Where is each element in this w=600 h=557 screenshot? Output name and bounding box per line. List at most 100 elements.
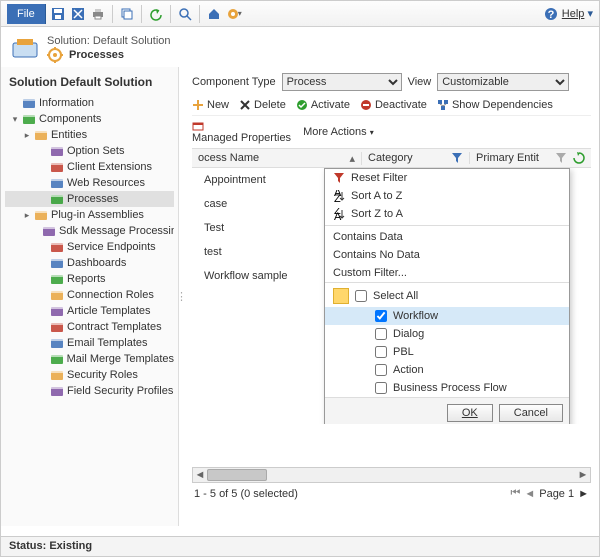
solution-icon bbox=[11, 35, 39, 63]
sidebar-item-reports[interactable]: Reports bbox=[5, 271, 174, 287]
delete-button[interactable]: Delete bbox=[239, 99, 286, 111]
reset-filter-item[interactable]: Reset Filter bbox=[325, 169, 569, 187]
contains-data-item[interactable]: Contains Data bbox=[325, 225, 569, 246]
sidebar-item-security-roles[interactable]: Security Roles bbox=[5, 367, 174, 383]
tree-node-icon bbox=[50, 336, 64, 350]
filter-option-dialog[interactable]: Dialog bbox=[325, 325, 569, 343]
sidebar-item-service-endpoints[interactable]: Service Endpoints bbox=[5, 239, 174, 255]
tree-node-icon bbox=[50, 384, 64, 398]
sidebar-item-label: Connection Roles bbox=[67, 289, 154, 301]
select-all-checkbox[interactable] bbox=[355, 290, 367, 302]
managed-properties-button[interactable]: Managed Properties bbox=[192, 120, 291, 144]
sidebar-item-plug-in-assemblies[interactable]: ▸Plug-in Assemblies bbox=[5, 207, 174, 223]
column-primary-entity[interactable]: Primary Entit bbox=[470, 152, 573, 164]
find-icon[interactable] bbox=[177, 6, 193, 22]
more-actions-button[interactable]: More Actions ▾ bbox=[303, 126, 374, 138]
filter-option-label: Workflow bbox=[393, 310, 438, 322]
filter-icon[interactable] bbox=[555, 152, 567, 164]
tree-expand-icon[interactable]: ▾ bbox=[11, 114, 19, 125]
sidebar-item-information[interactable]: Information bbox=[5, 95, 174, 111]
page-first-icon[interactable]: ⏮ bbox=[510, 487, 520, 500]
sort-za-item[interactable]: ZASort Z to A bbox=[325, 205, 569, 223]
sidebar-item-dashboards[interactable]: Dashboards bbox=[5, 255, 174, 271]
filter-option-action[interactable]: Action bbox=[325, 361, 569, 379]
sidebar-item-field-security-profiles[interactable]: Field Security Profiles bbox=[5, 383, 174, 399]
filter-option-business-process-flow[interactable]: Business Process Flow bbox=[325, 379, 569, 397]
view-filter-bar: Component Type Process View Customizable bbox=[192, 73, 591, 91]
sidebar-item-web-resources[interactable]: Web Resources bbox=[5, 175, 174, 191]
paging-summary: 1 - 5 of 5 (0 selected) bbox=[194, 488, 298, 500]
sidebar-item-sdk-message-processing-s-[interactable]: Sdk Message Processing S… bbox=[5, 223, 174, 239]
column-category[interactable]: Category bbox=[362, 152, 470, 164]
custom-filter-item[interactable]: Custom Filter... bbox=[325, 264, 569, 282]
filter-option-pbl[interactable]: PBL bbox=[325, 343, 569, 361]
sidebar-item-mail-merge-templates[interactable]: Mail Merge Templates bbox=[5, 351, 174, 367]
horizontal-scrollbar[interactable]: ◄ ► bbox=[192, 467, 591, 483]
file-menu[interactable]: File bbox=[7, 4, 46, 24]
copy-icon[interactable] bbox=[119, 6, 135, 22]
view-select[interactable]: Customizable bbox=[437, 73, 569, 91]
filter-option-checkbox[interactable] bbox=[375, 364, 387, 376]
sidebar-item-email-templates[interactable]: Email Templates bbox=[5, 335, 174, 351]
sidebar-header: Solution Default Solution bbox=[1, 71, 178, 93]
help-link[interactable]: Help ▾ bbox=[562, 7, 593, 20]
sidebar-item-client-extensions[interactable]: Client Extensions bbox=[5, 159, 174, 175]
sidebar-item-entities[interactable]: ▸Entities bbox=[5, 127, 174, 143]
tree-node-icon bbox=[50, 352, 64, 366]
activate-button[interactable]: Activate bbox=[296, 99, 350, 111]
save-icon[interactable] bbox=[50, 6, 66, 22]
tree-expand-icon[interactable]: ▸ bbox=[23, 130, 31, 141]
save-close-icon[interactable] bbox=[70, 6, 86, 22]
help-icon[interactable]: ? bbox=[544, 7, 558, 21]
svg-text:?: ? bbox=[547, 9, 554, 21]
sidebar-item-article-templates[interactable]: Article Templates bbox=[5, 303, 174, 319]
filter-option-checkbox[interactable] bbox=[375, 382, 387, 394]
page-prev-icon[interactable]: ◄ bbox=[524, 488, 535, 500]
contains-no-data-item[interactable]: Contains No Data bbox=[325, 246, 569, 264]
sort-az-item[interactable]: AZSort A to Z bbox=[325, 187, 569, 205]
solution-tree[interactable]: Information ▾ Components ▸EntitiesOption Se… bbox=[1, 93, 178, 401]
filter-option-checkbox[interactable] bbox=[375, 328, 387, 340]
scroll-left-icon[interactable]: ◄ bbox=[193, 468, 207, 482]
show-dependencies-button[interactable]: Show Dependencies bbox=[437, 99, 553, 111]
breadcrumb: Solution: Default Solution bbox=[47, 35, 171, 47]
sidebar-item-label: Components bbox=[39, 113, 101, 125]
deactivate-button[interactable]: Deactivate bbox=[360, 99, 427, 111]
sidebar-item-label: Security Roles bbox=[67, 369, 138, 381]
sidebar-item-contract-templates[interactable]: Contract Templates bbox=[5, 319, 174, 335]
sidebar-item-processes[interactable]: Processes bbox=[5, 191, 174, 207]
tree-expand-icon[interactable]: ▸ bbox=[23, 210, 31, 221]
tree-node-icon bbox=[50, 256, 64, 270]
tree-node-icon bbox=[34, 128, 48, 142]
home-icon[interactable] bbox=[206, 6, 222, 22]
column-name[interactable]: ocess Name ▴ bbox=[192, 152, 362, 165]
status-bar: Status: Existing bbox=[1, 536, 599, 556]
print-icon[interactable] bbox=[90, 6, 106, 22]
scroll-thumb[interactable] bbox=[207, 469, 267, 481]
filter-option-checkbox[interactable] bbox=[375, 310, 387, 322]
tree-node-icon bbox=[50, 320, 64, 334]
sidebar-item-option-sets[interactable]: Option Sets bbox=[5, 143, 174, 159]
refresh-button[interactable] bbox=[573, 152, 591, 164]
sidebar-item-components[interactable]: ▾ Components bbox=[5, 111, 174, 127]
component-type-select[interactable]: Process bbox=[282, 73, 402, 91]
undo-icon[interactable] bbox=[148, 6, 164, 22]
sidebar-item-label: Reports bbox=[67, 273, 106, 285]
scroll-right-icon[interactable]: ► bbox=[576, 468, 590, 482]
new-button[interactable]: New bbox=[192, 99, 229, 111]
sidebar-item-connection-roles[interactable]: Connection Roles bbox=[5, 287, 174, 303]
filter-ok-button[interactable]: OK bbox=[447, 404, 493, 422]
filter-cancel-button[interactable]: Cancel bbox=[499, 404, 563, 422]
filter-active-icon[interactable] bbox=[451, 152, 463, 164]
page-next-icon[interactable]: ► bbox=[578, 488, 589, 500]
grid-header: ocess Name ▴ Category Primary Entit bbox=[192, 148, 591, 168]
tree-node-icon bbox=[22, 112, 36, 126]
filter-option-workflow[interactable]: Workflow bbox=[325, 307, 569, 325]
view-label: View bbox=[408, 76, 432, 88]
sidebar-item-label: Field Security Profiles bbox=[67, 385, 173, 397]
sidebar-item-label: Information bbox=[39, 97, 94, 109]
filter-option-checkbox[interactable] bbox=[375, 346, 387, 358]
tree-node-icon bbox=[42, 224, 56, 238]
options-icon[interactable]: ▾ bbox=[226, 6, 242, 22]
toolbar: New Delete Activate Deactivate Show Depe… bbox=[192, 97, 591, 116]
